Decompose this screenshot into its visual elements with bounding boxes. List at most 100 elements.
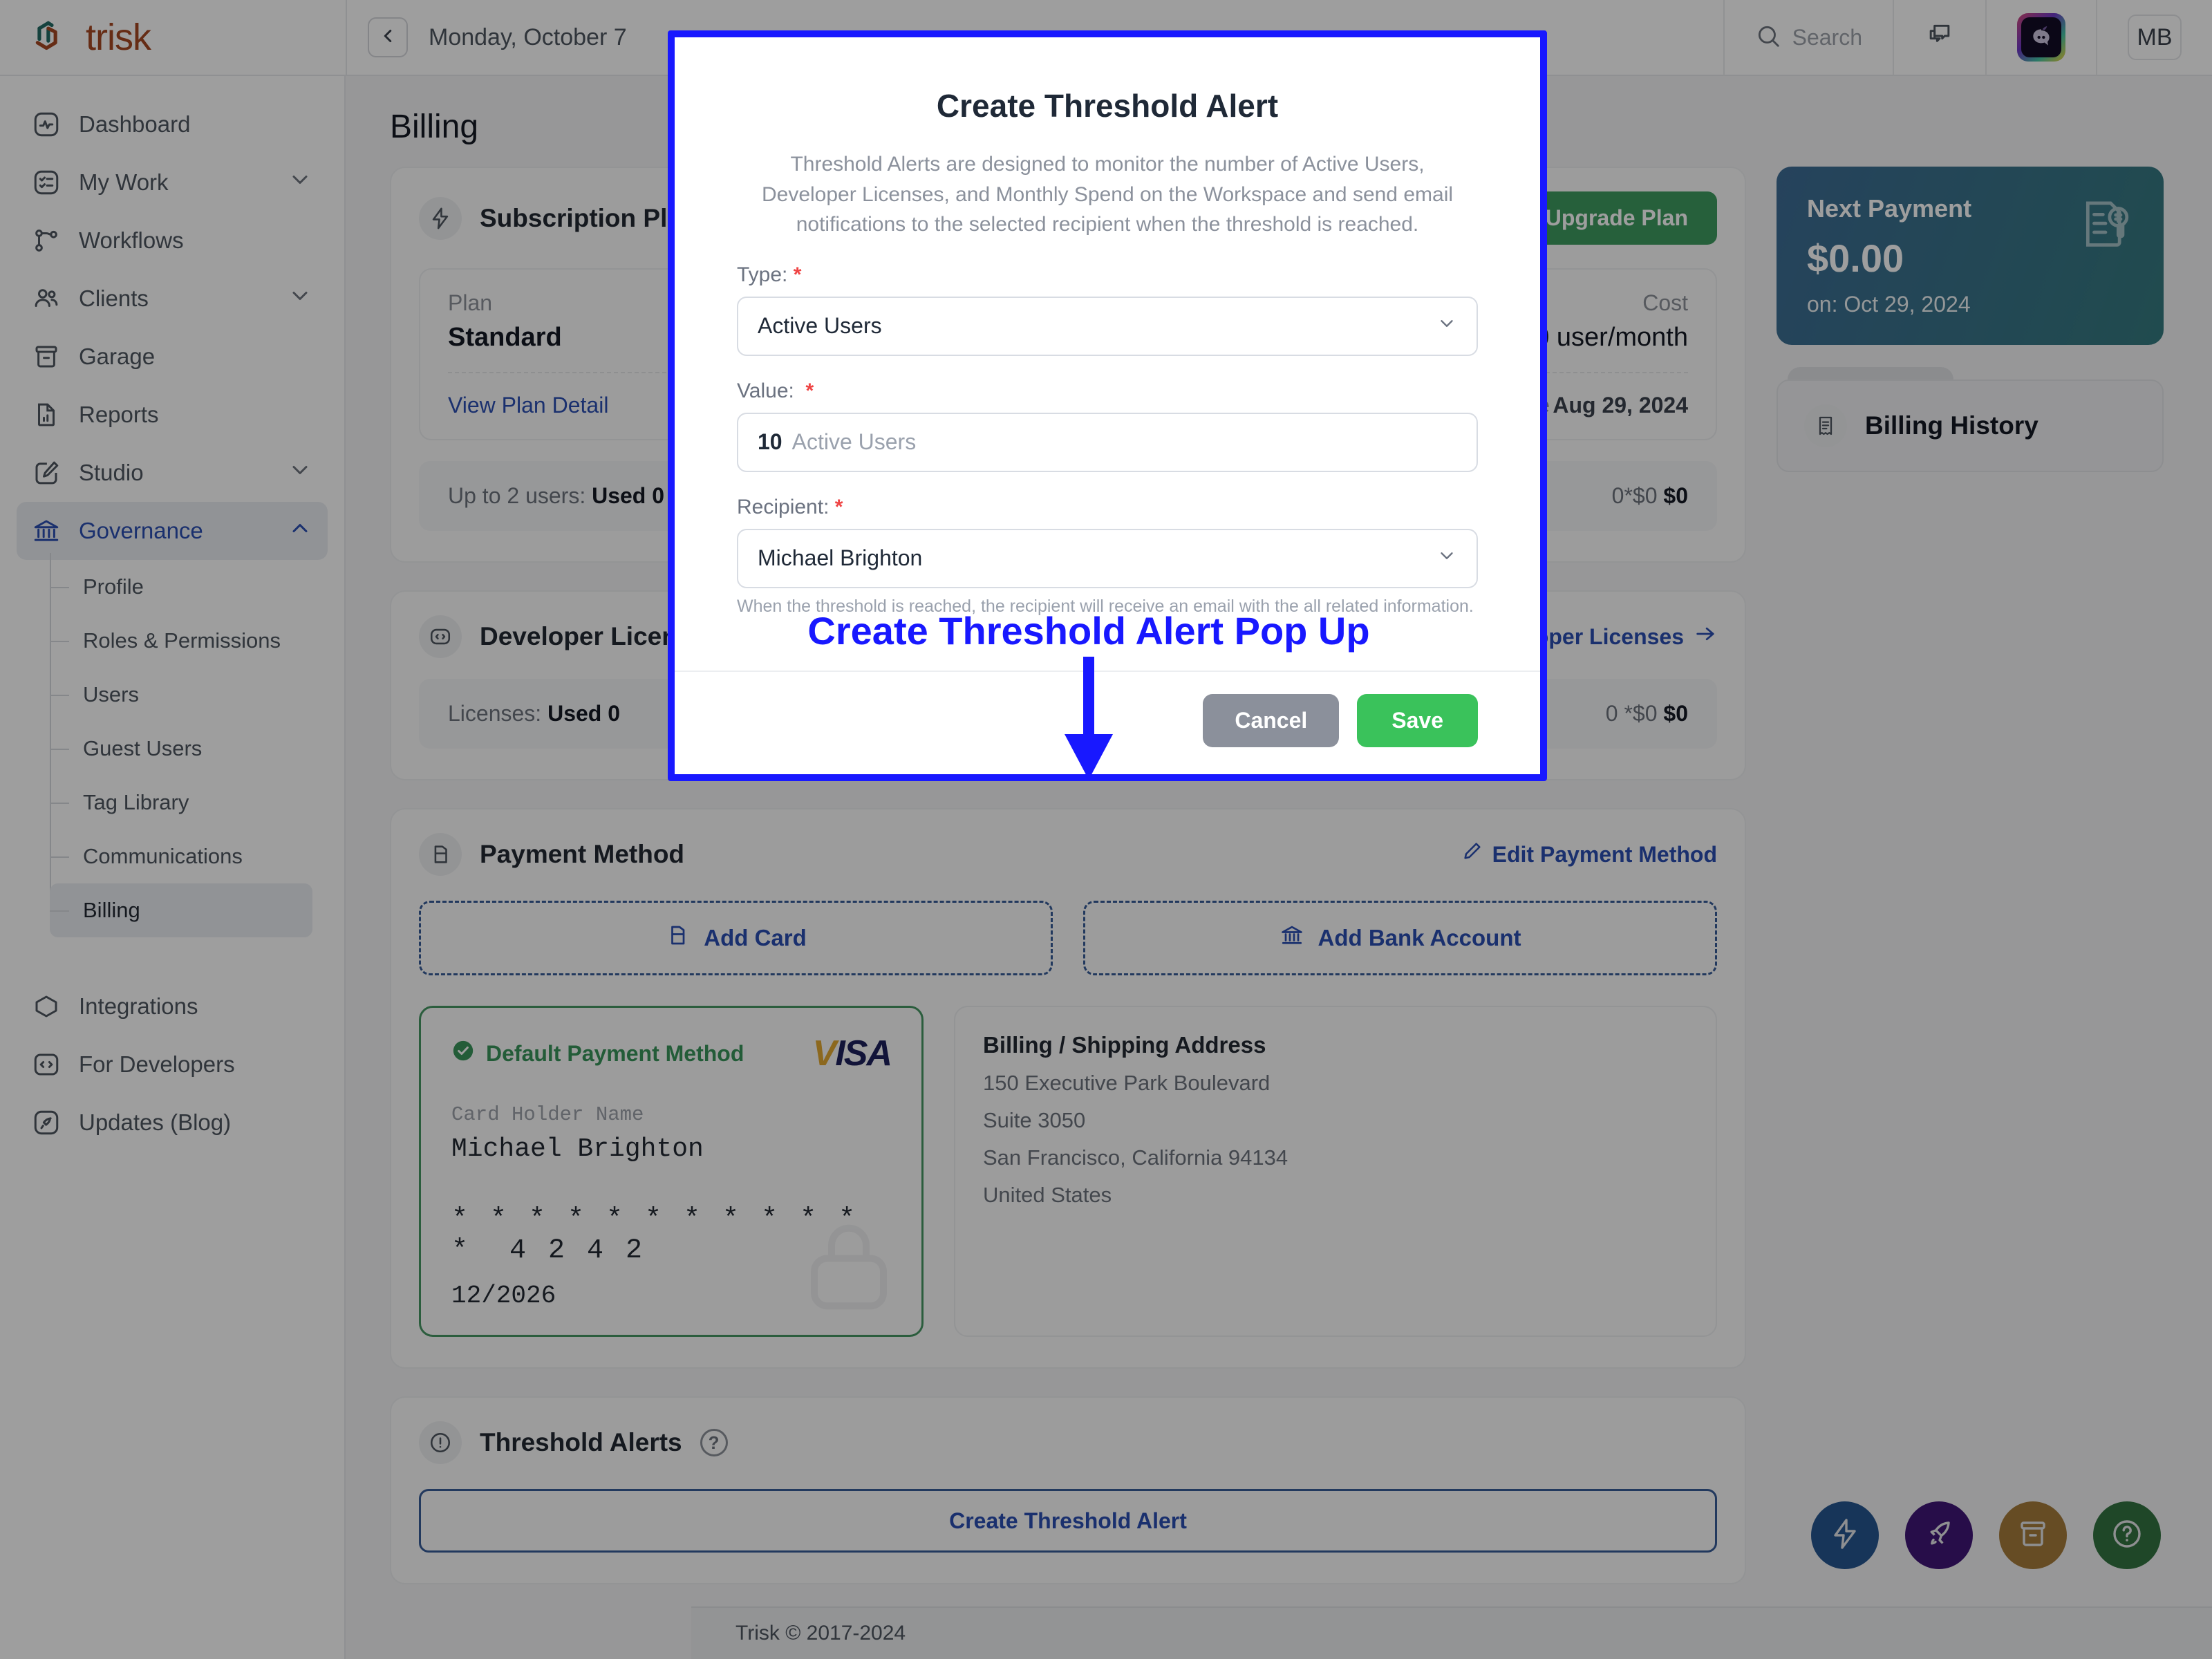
code-brackets-icon bbox=[419, 615, 462, 658]
recipient-select[interactable]: Michael Brighton bbox=[737, 528, 1478, 588]
sidebar-sub-label: Profile bbox=[83, 574, 144, 599]
next-payment-date: on: Oct 29, 2024 bbox=[1807, 292, 1971, 317]
sidebar-item-garage[interactable]: Garage bbox=[17, 328, 328, 386]
sidebar-item-for-developers[interactable]: For Developers bbox=[17, 1035, 328, 1094]
view-plan-detail-link[interactable]: View Plan Detail bbox=[448, 393, 608, 418]
chevron-down-icon[interactable] bbox=[288, 167, 312, 198]
type-select-value: Active Users bbox=[758, 313, 882, 338]
sidebar-sub-label: Communications bbox=[83, 844, 243, 868]
sidebar-item-governance[interactable]: Governance bbox=[17, 502, 328, 560]
question-mark-icon[interactable]: ? bbox=[700, 1429, 728, 1456]
usage-left: Up to 2 users: Used 0 bbox=[448, 483, 665, 508]
fab-garage-button[interactable] bbox=[1999, 1501, 2067, 1569]
sidebar-item-guest-users[interactable]: Guest Users bbox=[50, 722, 312, 776]
chevron-up-icon[interactable] bbox=[288, 516, 312, 546]
chevron-down-icon bbox=[1436, 313, 1457, 339]
chevron-down-icon[interactable] bbox=[288, 458, 312, 488]
sidebar-item-workflows[interactable]: Workflows bbox=[17, 212, 328, 270]
add-card-button[interactable]: Add Card bbox=[419, 901, 1053, 975]
avatar: MB bbox=[2128, 15, 2182, 60]
hexagon-logo-icon bbox=[30, 16, 73, 59]
governance-subnav: Profile Roles & Permissions Users Guest … bbox=[50, 553, 344, 937]
create-threshold-alert-button[interactable]: Create Threshold Alert bbox=[419, 1489, 1717, 1553]
sidebar-item-label: Clients bbox=[79, 285, 149, 311]
card-holder-name: Michael Brighton bbox=[451, 1134, 704, 1164]
question-circle-icon bbox=[2110, 1517, 2144, 1554]
brand-logo-area[interactable]: trisk bbox=[0, 0, 346, 75]
address-line: United States bbox=[983, 1183, 1112, 1207]
assistant-button[interactable] bbox=[1985, 0, 2096, 75]
sidebar-item-dashboard[interactable]: Dashboard bbox=[17, 95, 328, 153]
usage-left: Licenses: Used 0 bbox=[448, 701, 621, 726]
cost-unit: user/month bbox=[1556, 323, 1688, 352]
credit-card-icon bbox=[419, 833, 462, 876]
user-menu-button[interactable]: MB bbox=[2096, 0, 2212, 75]
value-input[interactable]: 10 Active Users bbox=[737, 412, 1478, 472]
modal-description: Threshold Alerts are designed to monitor… bbox=[761, 153, 1454, 236]
billing-address-box: Billing / Shipping Address 150 Executive… bbox=[954, 1006, 1717, 1337]
rocket-icon bbox=[1922, 1517, 1956, 1554]
fab-help-button[interactable] bbox=[2093, 1501, 2161, 1569]
invoice-dollar-icon bbox=[2075, 194, 2136, 259]
copyright-text: Trisk © 2017-2024 bbox=[735, 1622, 906, 1644]
dashboard-pulse-icon bbox=[32, 110, 61, 139]
sidebar-item-updates-blog[interactable]: Updates (Blog) bbox=[17, 1094, 328, 1152]
fab-shortcuts-button[interactable] bbox=[1811, 1501, 1879, 1569]
card-title: Subscription Plan bbox=[480, 203, 697, 232]
receipt-icon bbox=[1804, 404, 1847, 447]
checklist-icon bbox=[32, 168, 61, 197]
chat-bubbles-icon bbox=[1924, 21, 1955, 55]
cancel-button[interactable]: Cancel bbox=[1203, 694, 1340, 747]
sidebar-item-tag-library[interactable]: Tag Library bbox=[50, 776, 312, 830]
current-date-label: Monday, October 7 bbox=[429, 24, 627, 50]
value-input-placeholder: Active Users bbox=[791, 429, 917, 454]
sidebar-item-billing[interactable]: Billing bbox=[50, 883, 312, 937]
status-badge: Default Payment Method bbox=[451, 1039, 744, 1068]
sidebar-item-roles-permissions[interactable]: Roles & Permissions bbox=[50, 614, 312, 668]
type-select[interactable]: Active Users bbox=[737, 296, 1478, 356]
sidebar-item-users[interactable]: Users bbox=[50, 668, 312, 722]
sidebar-item-communications[interactable]: Communications bbox=[50, 830, 312, 883]
sidebar-item-reports[interactable]: Reports bbox=[17, 386, 328, 444]
sidebar-item-integrations[interactable]: Integrations bbox=[17, 977, 328, 1035]
messages-button[interactable] bbox=[1893, 0, 1985, 75]
default-card-tile[interactable]: Default Payment Method VVISAISA Card Hol… bbox=[419, 1006, 924, 1337]
sidebar-sub-label: Tag Library bbox=[83, 790, 189, 814]
sidebar-item-label: Garage bbox=[79, 344, 156, 369]
chevron-down-icon[interactable] bbox=[288, 283, 312, 314]
sidebar-item-studio[interactable]: Studio bbox=[17, 444, 328, 502]
sidebar-item-label: My Work bbox=[79, 169, 169, 195]
usage-right: 0*$0 $0 bbox=[1611, 483, 1688, 508]
sidebar-item-profile[interactable]: Profile bbox=[50, 560, 312, 614]
fab-launch-button[interactable] bbox=[1905, 1501, 1973, 1569]
search-button[interactable]: Search bbox=[1723, 0, 1893, 75]
required-marker: * bbox=[793, 263, 802, 286]
down-arrow-icon bbox=[1051, 657, 1127, 785]
updates-rocket-icon bbox=[32, 1108, 61, 1137]
sidebar: Dashboard My Work Workflows Clients Gara… bbox=[0, 76, 346, 1659]
lock-watermark-icon bbox=[797, 1215, 901, 1322]
sidebar-item-label: Integrations bbox=[79, 993, 198, 1019]
type-label: Type: * bbox=[737, 263, 802, 286]
address-line: 150 Executive Park Boulevard bbox=[983, 1071, 1271, 1095]
sidebar-item-label: For Developers bbox=[79, 1051, 235, 1077]
sidebar-item-label: Dashboard bbox=[79, 111, 191, 137]
value-label: Value: * bbox=[737, 379, 814, 402]
arrow-right-icon bbox=[1694, 622, 1717, 651]
add-bank-account-button[interactable]: Add Bank Account bbox=[1083, 901, 1717, 975]
value-input-value: 10 bbox=[758, 429, 782, 454]
edit-payment-method-link[interactable]: Edit Payment Method bbox=[1461, 841, 1717, 868]
back-button[interactable] bbox=[368, 17, 408, 57]
archive-box-icon bbox=[2016, 1517, 2050, 1554]
bank-columns-icon bbox=[32, 516, 61, 545]
billing-history-tab[interactable]: Billing History bbox=[1777, 367, 2164, 472]
sidebar-item-label: Workflows bbox=[79, 227, 184, 253]
sidebar-item-clients[interactable]: Clients bbox=[17, 270, 328, 328]
lightning-bolt-icon bbox=[1828, 1517, 1862, 1554]
recipient-field: Recipient: * Michael Brighton When the t… bbox=[737, 496, 1478, 617]
brand-name: trisk bbox=[86, 17, 151, 58]
search-input[interactable]: Search bbox=[1792, 25, 1862, 50]
sidebar-item-my-work[interactable]: My Work bbox=[17, 153, 328, 212]
save-button[interactable]: Save bbox=[1357, 694, 1478, 747]
